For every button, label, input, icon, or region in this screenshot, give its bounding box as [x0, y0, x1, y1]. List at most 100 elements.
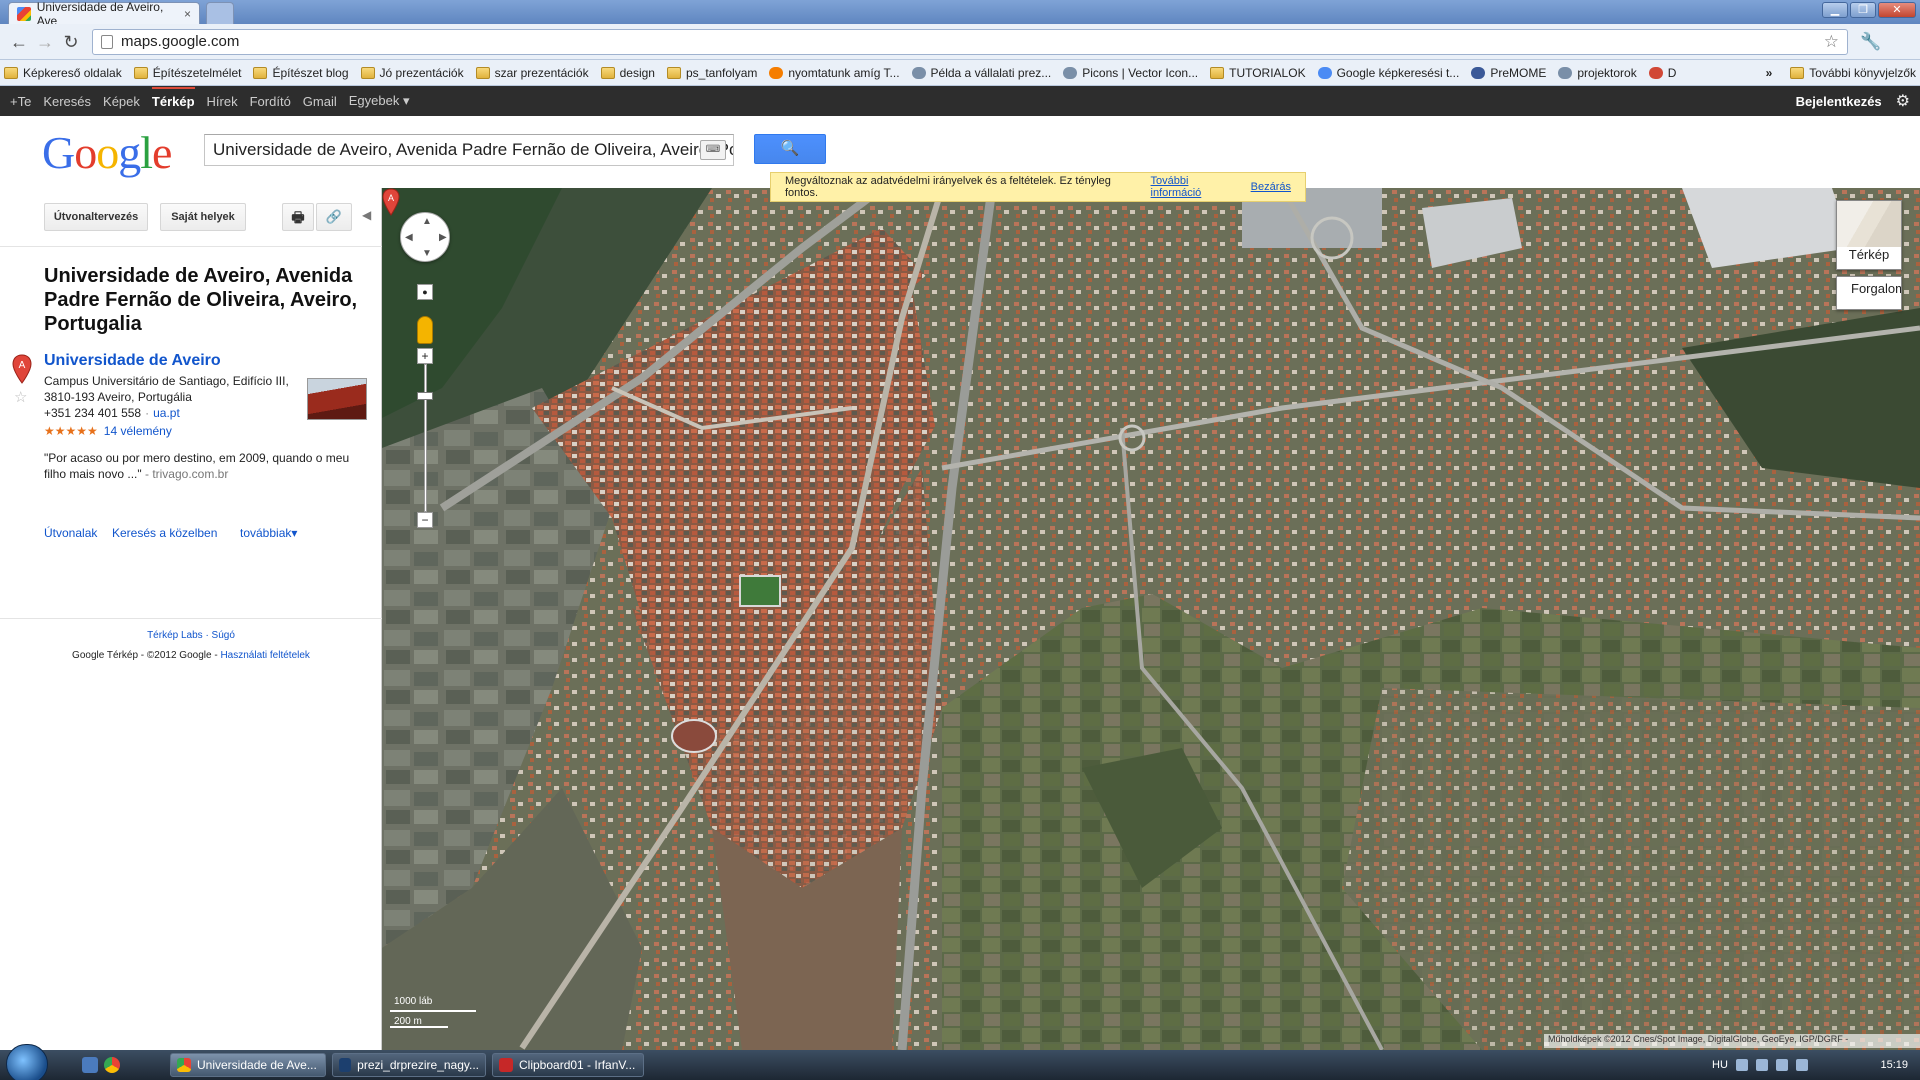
review-source[interactable]: - trivago.com.br: [145, 467, 228, 481]
bookmark-label: Építészet blog: [272, 65, 349, 80]
address-url: maps.google.com: [121, 33, 240, 50]
start-button[interactable]: [6, 1044, 48, 1080]
bookmark-item[interactable]: projektorok: [1558, 66, 1637, 80]
bookmarks-overflow-icon[interactable]: »: [1766, 66, 1773, 80]
address-bar[interactable]: maps.google.com ☆: [92, 28, 1848, 55]
window-maximize-button[interactable]: ❐: [1850, 2, 1876, 18]
language-indicator[interactable]: HU: [1712, 1059, 1728, 1071]
bookmark-label: TUTORIALOK: [1229, 65, 1306, 80]
satellite-map[interactable]: A ▲ ▼ ◀ ▶ ● + − Térkép Forgalom 1000 láb…: [382, 188, 1920, 1050]
chrome-icon[interactable]: [104, 1057, 120, 1073]
clock[interactable]: 15:19: [1880, 1059, 1908, 1071]
search-nearby-link[interactable]: Keresés a közelben: [112, 526, 217, 540]
traffic-button[interactable]: Forgalom: [1836, 276, 1902, 310]
bookmark-item[interactable]: Építészetelmélet: [133, 66, 241, 80]
search-button[interactable]: 🔍: [754, 134, 826, 164]
other-bookmarks[interactable]: További könyvjelzők: [1790, 66, 1916, 80]
tab-close-icon[interactable]: ×: [184, 7, 191, 21]
tab-maps[interactable]: Universidade de Aveiro, Ave ×: [8, 0, 200, 28]
bookmarks-bar: Képkereső oldalak Építészetelmélet Építész…: [0, 60, 1920, 86]
google-logo[interactable]: Google: [42, 126, 172, 179]
place-thumbnail[interactable]: [307, 378, 367, 420]
collapse-panel-icon[interactable]: ◀: [362, 208, 371, 222]
bookmark-item[interactable]: D: [1648, 66, 1676, 80]
window-minimize-button[interactable]: ▁: [1822, 2, 1848, 18]
taskbar-task[interactable]: Clipboard01 - IrfanV...: [492, 1053, 644, 1077]
gbar-item[interactable]: Gmail: [303, 94, 337, 109]
forward-arrow-icon[interactable]: →: [32, 29, 58, 55]
taskbar-task[interactable]: Universidade de Ave...: [170, 1053, 326, 1077]
bookmark-item[interactable]: PreMOME: [1471, 66, 1546, 80]
signin-link[interactable]: Bejelentkezés: [1796, 94, 1882, 109]
bookmark-item[interactable]: nyomtatunk amíg T...: [769, 66, 900, 80]
network-icon[interactable]: [1755, 1059, 1768, 1071]
notice-more-link[interactable]: További információ: [1151, 175, 1241, 199]
search-input[interactable]: Universidade de Aveiro, Avenida Padre Fe…: [204, 134, 734, 166]
gear-icon[interactable]: ⚙: [1896, 91, 1910, 111]
bookmark-item[interactable]: Picons | Vector Icon...: [1063, 66, 1198, 80]
marker-a-icon[interactable]: A: [12, 354, 32, 384]
routes-link[interactable]: Útvonalak: [44, 526, 97, 540]
terms-link[interactable]: Használati feltételek: [220, 650, 310, 661]
bookmark-item[interactable]: Példa a vállalati prez...: [911, 66, 1051, 80]
keyboard-icon[interactable]: ⌨: [700, 140, 726, 160]
back-arrow-icon[interactable]: ←: [6, 29, 32, 55]
new-tab-button[interactable]: [206, 2, 234, 24]
zoom-out-button[interactable]: −: [417, 512, 433, 528]
gbar-item[interactable]: Hírek: [207, 94, 238, 109]
reviews-link[interactable]: 14 vélemény: [104, 424, 172, 438]
wrench-menu-icon[interactable]: 🔧: [1860, 32, 1881, 52]
zoom-reset-icon[interactable]: ●: [417, 284, 433, 300]
bookmark-item[interactable]: Képkereső oldalak: [4, 66, 122, 80]
results-panel: Útvonaltervezés Saját helyek 🖶 🔗 ◀ Unive…: [0, 188, 382, 1050]
gbar-item[interactable]: Fordító: [250, 94, 291, 109]
save-star-icon[interactable]: ☆: [14, 388, 27, 406]
notice-close-link[interactable]: Bezárás: [1251, 181, 1291, 193]
divider: [0, 618, 382, 619]
folder-icon: [600, 66, 615, 79]
bookmark-star-icon[interactable]: ☆: [1824, 32, 1839, 52]
result-review-quote: "Por acaso ou por mero destino, em 2009,…: [44, 450, 354, 482]
pan-control[interactable]: ▲ ▼ ◀ ▶: [400, 212, 450, 262]
gbar-item[interactable]: Képek: [103, 94, 140, 109]
result-website-link[interactable]: ua.pt: [153, 406, 180, 420]
result-name[interactable]: Universidade de Aveiro: [44, 352, 221, 370]
footer-links[interactable]: Térkép Labs · Súgó: [0, 630, 382, 641]
more-link[interactable]: továbbiak▾: [240, 526, 297, 540]
bookmark-item[interactable]: ps_tanfolyam: [666, 66, 757, 80]
pegman-icon[interactable]: [417, 316, 433, 344]
pan-down-icon[interactable]: ▼: [422, 248, 432, 259]
scale-feet: 1000 láb: [394, 996, 433, 1007]
volume-icon[interactable]: [1775, 1059, 1788, 1071]
link-icon[interactable]: 🔗: [316, 203, 352, 231]
bookmark-label: szar prezentációk: [494, 65, 589, 80]
window-close-button[interactable]: ✕: [1878, 2, 1916, 18]
bookmark-item[interactable]: Google képkeresési t...: [1317, 66, 1459, 80]
zoom-slider[interactable]: [424, 364, 427, 512]
gbar-item[interactable]: Keresés: [43, 94, 91, 109]
pan-up-icon[interactable]: ▲: [422, 216, 432, 227]
bookmark-item[interactable]: szar prezentációk: [475, 65, 589, 80]
zoom-in-button[interactable]: +: [417, 348, 433, 364]
bookmark-item[interactable]: Építészet blog: [253, 65, 349, 80]
route-planner-button[interactable]: Útvonaltervezés: [44, 203, 148, 231]
taskbar-task[interactable]: prezi_drprezire_nagy...: [332, 1053, 486, 1077]
reload-icon[interactable]: ↻: [58, 29, 84, 55]
pan-left-icon[interactable]: ◀: [405, 232, 413, 243]
bookmark-item[interactable]: design: [600, 66, 655, 80]
my-places-button[interactable]: Saját helyek: [160, 203, 246, 231]
gbar-item[interactable]: Térkép: [151, 86, 195, 109]
show-desktop-icon[interactable]: [82, 1057, 98, 1073]
print-icon[interactable]: 🖶: [282, 203, 314, 231]
facebook-icon: [1471, 66, 1486, 79]
pan-right-icon[interactable]: ▶: [439, 232, 447, 243]
map-type-button[interactable]: Térkép: [1836, 200, 1902, 270]
zoom-slider-handle[interactable]: [417, 392, 433, 400]
bookmark-item[interactable]: Jó prezentációk: [360, 66, 464, 80]
bookmark-item[interactable]: TUTORIALOK: [1210, 65, 1306, 80]
gbar-item[interactable]: Egyebek ▾: [349, 93, 410, 109]
map-marker-a-icon[interactable]: A: [382, 188, 400, 216]
battery-icon[interactable]: [1795, 1059, 1808, 1071]
gbar-item[interactable]: +Te: [10, 94, 31, 109]
bluetooth-icon[interactable]: [1735, 1059, 1748, 1071]
